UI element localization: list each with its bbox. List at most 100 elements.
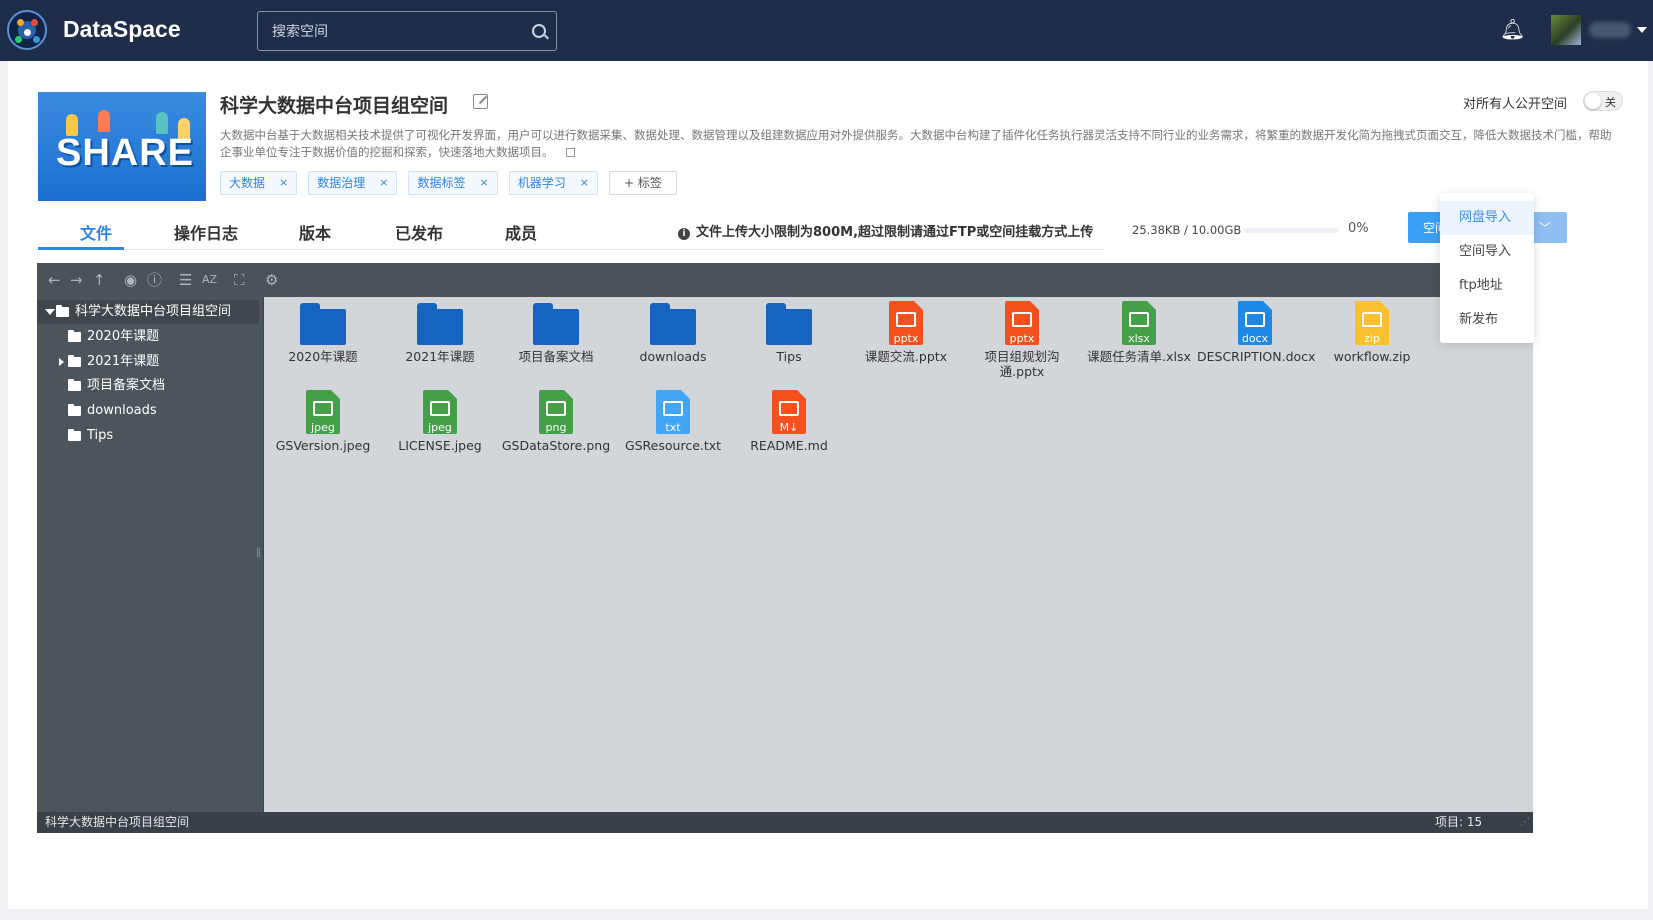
list-view-icon[interactable]: ☰	[179, 271, 192, 289]
edit-title-icon[interactable]	[473, 94, 488, 109]
file-ext-label: jpeg	[428, 421, 452, 434]
public-space-toggle[interactable]: 关	[1583, 91, 1623, 111]
file-glyph	[546, 401, 566, 416]
file-ext-label: docx	[1241, 332, 1269, 345]
tag-remove-icon[interactable]: ×	[379, 172, 388, 194]
settings-gear-icon[interactable]: ⚙	[265, 271, 278, 289]
info-icon[interactable]: ⓘ	[147, 271, 162, 289]
file-item[interactable]: docx DESCRIPTION.docx	[1197, 301, 1316, 364]
file-glyph	[430, 401, 450, 416]
space-title: 科学大数据中台项目组空间	[220, 95, 449, 117]
file-manager-statusbar: 科学大数据中台项目组空间 项目: 15 ⋰	[37, 812, 1533, 833]
space-description: 大数据中台基于大数据相关技术提供了可视化开发界面，用户可以进行数据采集、数据处理…	[220, 127, 1620, 161]
folder-icon	[533, 303, 579, 345]
file-png-icon: png	[539, 390, 573, 434]
brand-name[interactable]: DataSpace	[63, 16, 181, 43]
tag-list: 大数据 × 数据治理 × 数据标签 × 机器学习 × + 标签	[220, 171, 677, 195]
tag-item[interactable]: 数据标签 ×	[408, 171, 498, 195]
folder-item[interactable]: Tips	[731, 301, 847, 364]
edit-description-icon[interactable]	[565, 148, 575, 157]
file-item[interactable]: txt GSResource.txt	[615, 390, 731, 453]
menu-item-space-import[interactable]: 空间导入	[1440, 235, 1534, 269]
tree-item-label: 2020年课题	[87, 329, 160, 344]
file-pptx-icon: pptx	[889, 301, 923, 345]
sidebar-resize-handle[interactable]: ‖	[256, 547, 261, 558]
tab-files[interactable]: 文件	[80, 220, 112, 244]
user-name-blurred[interactable]	[1589, 22, 1631, 38]
toggle-state-label: 关	[1605, 96, 1616, 109]
search-box[interactable]	[257, 11, 557, 51]
folder-icon	[68, 429, 81, 441]
tab-members[interactable]: 成员	[505, 220, 537, 244]
storage-percent: 0%	[1348, 221, 1369, 236]
tree-item-label: 2021年课题	[87, 354, 160, 369]
tag-remove-icon[interactable]: ×	[580, 172, 589, 194]
tree-item-archive-docs[interactable]: 项目备案文档	[37, 374, 259, 398]
tab-operation-log[interactable]: 操作日志	[174, 220, 238, 244]
back-arrow-icon[interactable]: ←	[48, 271, 61, 289]
tab-versions[interactable]: 版本	[299, 220, 331, 244]
tab-published[interactable]: 已发布	[395, 220, 443, 244]
add-tag-button[interactable]: + 标签	[608, 171, 677, 195]
file-glyph	[1012, 312, 1032, 327]
user-avatar[interactable]	[1551, 15, 1581, 45]
file-item[interactable]: jpeg LICENSE.jpeg	[382, 390, 498, 453]
tag-remove-icon[interactable]: ×	[479, 172, 488, 194]
folder-icon	[68, 379, 81, 391]
notification-bell-icon[interactable]: 🔔︎	[1500, 18, 1525, 40]
folder-item[interactable]: downloads	[615, 301, 731, 364]
file-grid: 2020年课题 2021年课题 项目备案文档 downloads Tips pptx 课题交…	[265, 297, 1533, 812]
tag-item[interactable]: 大数据 ×	[220, 171, 298, 195]
file-glyph	[313, 401, 333, 416]
collapse-caret-icon[interactable]	[45, 309, 55, 315]
folder-icon	[650, 303, 696, 345]
folder-item[interactable]: 项目备案文档	[498, 301, 614, 364]
file-item[interactable]: M↓ README.md	[731, 390, 847, 453]
file-name: 2020年课题	[288, 349, 358, 364]
file-item[interactable]: pptx 项目组规划沟通.pptx	[964, 301, 1080, 379]
file-item[interactable]: pptx 课题交流.pptx	[848, 301, 964, 364]
tree-item-2020[interactable]: 2020年课题	[37, 325, 259, 349]
menu-item-ftp-address[interactable]: ftp地址	[1440, 269, 1534, 303]
fullscreen-icon[interactable]: ⛶	[234, 271, 245, 289]
tree-item-tips[interactable]: Tips	[37, 424, 259, 448]
menu-item-new-release[interactable]: 新发布	[1440, 303, 1534, 337]
folder-item[interactable]: 2020年课题	[265, 301, 381, 364]
file-item[interactable]: zip workflow.zip	[1314, 301, 1430, 364]
tree-item-label: Tips	[87, 428, 114, 443]
file-item[interactable]: xlsx 课题任务清单.xlsx	[1081, 301, 1197, 364]
search-icon[interactable]	[532, 24, 546, 38]
file-ext-label: pptx	[1009, 332, 1035, 345]
tree-item-downloads[interactable]: downloads	[37, 399, 259, 423]
folder-icon	[300, 303, 346, 345]
up-arrow-icon[interactable]: ↑	[93, 271, 106, 289]
file-item[interactable]: jpeg GSVersion.jpeg	[265, 390, 381, 453]
tree-item-2021[interactable]: 2021年课题	[37, 350, 259, 374]
resize-grip-icon[interactable]: ⋰	[1520, 812, 1530, 833]
file-name: DESCRIPTION.docx	[1197, 349, 1316, 364]
file-manager-toolbar: ← → ↑ ◉ ⓘ ☰ AZ ⛶ ⚙	[37, 263, 1533, 297]
forward-arrow-icon[interactable]: →	[70, 271, 83, 289]
menu-item-netdisk-import[interactable]: 网盘导入	[1440, 201, 1534, 235]
tree-item-root[interactable]: 科学大数据中台项目组空间	[37, 300, 259, 324]
file-manager: ← → ↑ ◉ ⓘ ☰ AZ ⛶ ⚙ 科学大数据中台项目组空间 2020年课题	[37, 263, 1533, 833]
file-glyph	[896, 312, 916, 327]
description-text: 大数据中台基于大数据相关技术提供了可视化开发界面，用户可以进行数据采集、数据处理…	[220, 128, 1612, 159]
file-glyph	[1362, 312, 1382, 327]
tag-item[interactable]: 机器学习 ×	[508, 171, 598, 195]
sort-az-icon[interactable]: AZ	[202, 271, 217, 289]
user-menu-caret-icon[interactable]	[1637, 27, 1647, 33]
tag-remove-icon[interactable]: ×	[279, 172, 288, 194]
tag-item[interactable]: 数据治理 ×	[308, 171, 398, 195]
expand-caret-icon[interactable]	[59, 358, 64, 366]
folder-item[interactable]: 2021年课题	[382, 301, 498, 364]
file-glyph	[663, 401, 683, 416]
file-item[interactable]: png GSDataStore.png	[498, 390, 614, 453]
search-input[interactable]	[272, 21, 522, 43]
status-item-count: 项目: 15	[1435, 815, 1483, 829]
eye-icon[interactable]: ◉	[124, 271, 137, 289]
folder-icon	[68, 355, 81, 367]
file-name: workflow.zip	[1333, 349, 1411, 364]
dataspace-logo[interactable]	[7, 10, 47, 50]
cover-share-text: SHARE	[56, 132, 195, 174]
